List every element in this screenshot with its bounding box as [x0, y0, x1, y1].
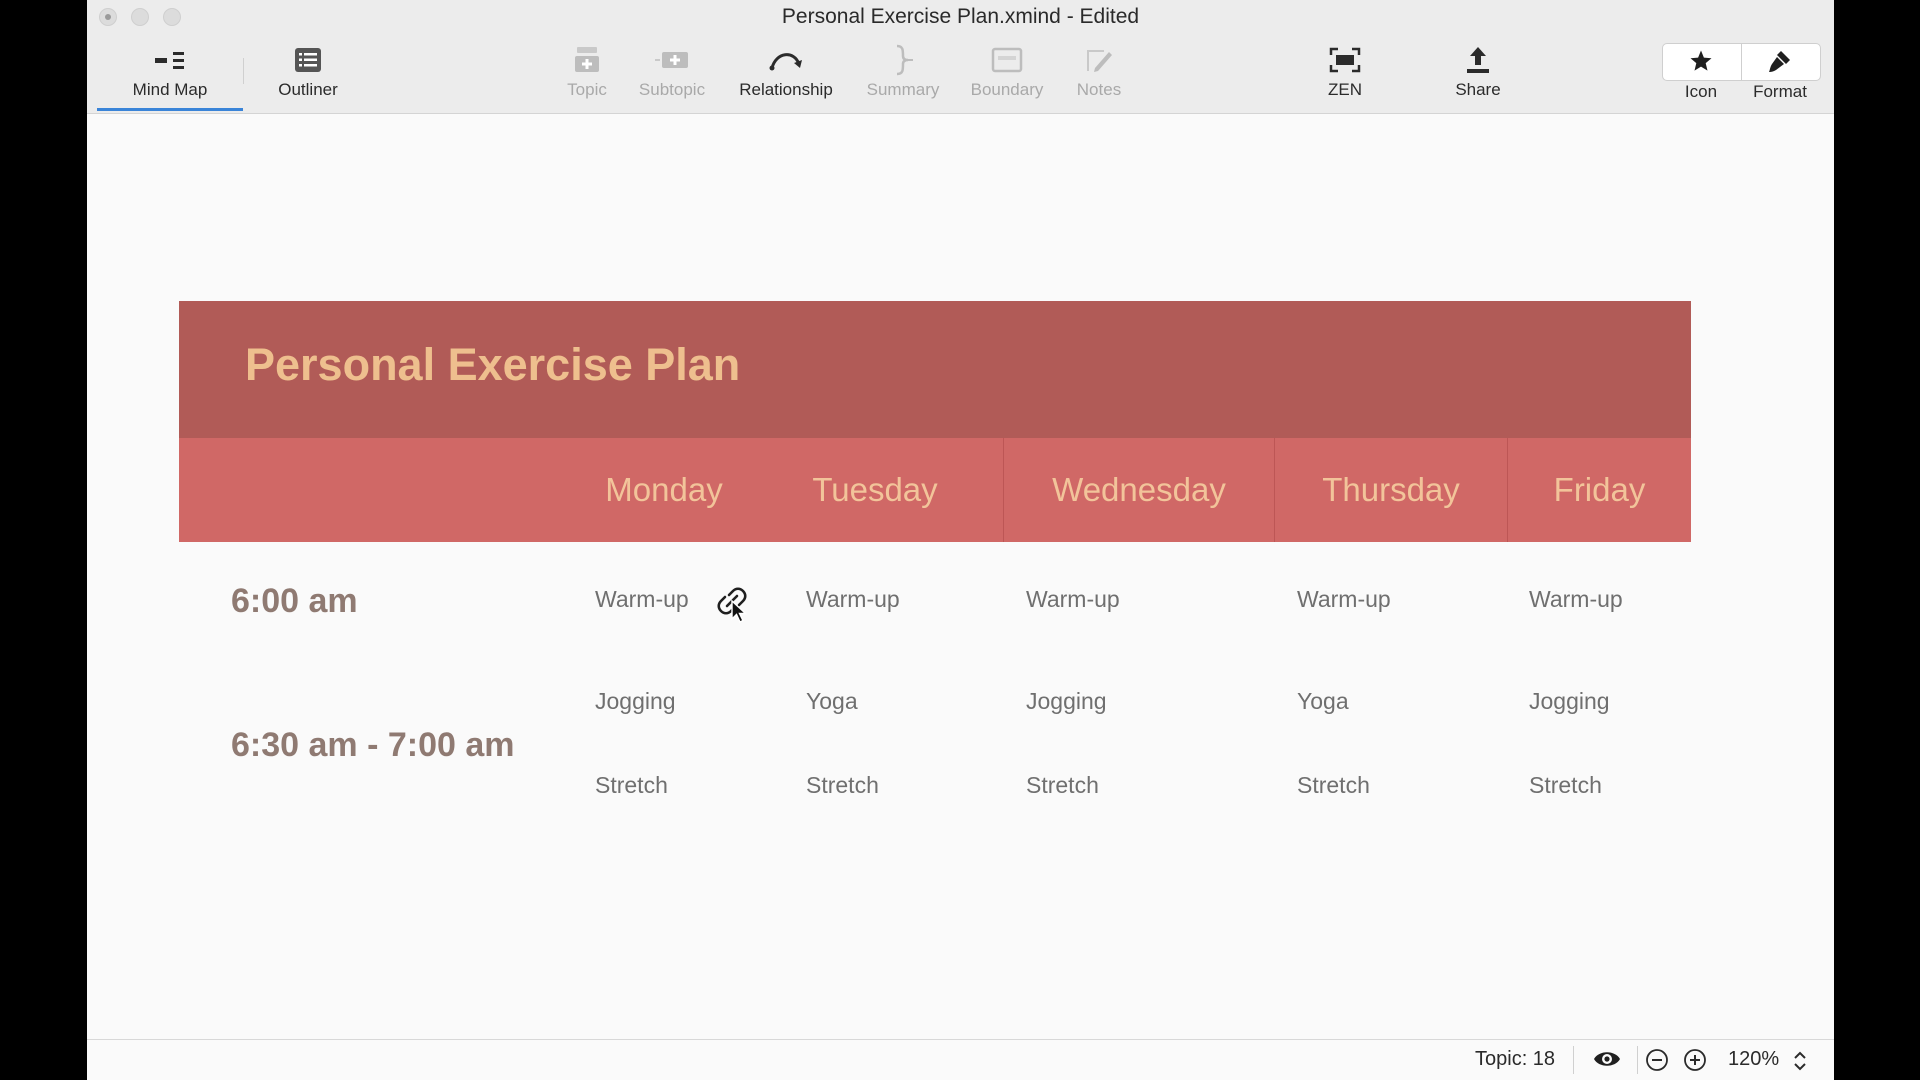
activity-topic-warmup-friday[interactable]: Warm-up [1529, 586, 1623, 613]
activity-topic-warmup-thursday[interactable]: Warm-up [1297, 586, 1391, 613]
relationship-icon [768, 42, 804, 78]
share-button-label: Share [1455, 80, 1501, 99]
link-cursor-icon [717, 584, 751, 629]
zoom-stepper-icon[interactable] [1793, 1050, 1807, 1077]
summary-button[interactable]: Summary [843, 42, 963, 100]
status-bar: Topic: 18 120% [87, 1039, 1834, 1080]
format-panel-label: Format [1753, 82, 1807, 101]
summary-icon [892, 42, 914, 78]
relationship-button[interactable]: Relationship [726, 42, 846, 100]
status-divider [1637, 1046, 1638, 1074]
zen-icon [1329, 42, 1361, 78]
day-topic-wednesday[interactable]: Wednesday [1004, 438, 1274, 542]
activity-topic-stretch-friday[interactable]: Stretch [1529, 772, 1602, 799]
activity-topic-exercise-friday[interactable]: Jogging [1529, 688, 1610, 715]
zoom-in-icon[interactable] [1683, 1048, 1707, 1077]
zoom-level[interactable]: 120% [1728, 1048, 1779, 1071]
window-title: Personal Exercise Plan.xmind - Edited [781, 5, 1140, 28]
subtopic-button[interactable]: Subtopic [612, 42, 732, 100]
relationship-button-label: Relationship [739, 80, 833, 99]
activity-topic-exercise-wednesday[interactable]: Jogging [1026, 688, 1107, 715]
toolbar: Personal Exercise Plan.xmind - Edited Mi… [87, 0, 1834, 114]
activity-topic-exercise-tuesday[interactable]: Yoga [806, 688, 858, 715]
notes-button[interactable]: Notes [1039, 42, 1159, 100]
status-divider [1573, 1046, 1574, 1074]
topic-count: Topic: 18 [1475, 1048, 1556, 1070]
activity-topic-stretch-wednesday[interactable]: Stretch [1026, 772, 1099, 799]
time-topic-630am[interactable]: 6:30 am - 7:00 am [231, 726, 515, 765]
day-topic-friday[interactable]: Friday [1508, 438, 1691, 542]
share-icon [1465, 42, 1491, 78]
star-icon [1689, 44, 1713, 78]
notes-icon [1085, 42, 1113, 78]
subtopic-icon [655, 42, 689, 78]
eye-icon[interactable] [1593, 1048, 1621, 1075]
zoom-out-icon[interactable] [1645, 1048, 1669, 1077]
format-panel-button[interactable]: Format [1741, 44, 1819, 102]
time-topic-6am[interactable]: 6:00 am [231, 582, 358, 621]
sheet-title-topic[interactable]: Personal Exercise Plan [179, 301, 1691, 438]
icon-panel-button[interactable]: Icon [1662, 44, 1740, 102]
days-header-row: Monday Tuesday Wednesday Thursday Friday [179, 438, 1691, 542]
activity-topic-warmup-tuesday[interactable]: Warm-up [806, 586, 900, 613]
sheet-title: Personal Exercise Plan [245, 339, 741, 390]
brush-icon [1767, 44, 1793, 78]
icon-panel-label: Icon [1684, 82, 1718, 101]
tab-mind-map-label: Mind Map [132, 80, 208, 99]
mindmap-icon [153, 42, 187, 78]
zen-button[interactable]: ZEN [1285, 42, 1405, 100]
boundary-icon [991, 42, 1023, 78]
activity-topic-stretch-monday[interactable]: Stretch [595, 772, 668, 799]
topic-button-label: Topic [567, 80, 607, 99]
notes-button-label: Notes [1076, 80, 1122, 99]
boundary-button-label: Boundary [970, 80, 1044, 99]
activity-topic-warmup-wednesday[interactable]: Warm-up [1026, 586, 1120, 613]
tab-outliner-label: Outliner [278, 80, 338, 99]
activity-topic-exercise-thursday[interactable]: Yoga [1297, 688, 1349, 715]
activity-topic-stretch-thursday[interactable]: Stretch [1297, 772, 1370, 799]
tab-mind-map[interactable]: Mind Map [110, 42, 230, 100]
day-topic-thursday[interactable]: Thursday [1275, 438, 1507, 542]
activity-topic-stretch-tuesday[interactable]: Stretch [806, 772, 879, 799]
outliner-icon [294, 42, 322, 78]
share-button[interactable]: Share [1418, 42, 1538, 100]
activity-topic-exercise-monday[interactable]: Jogging [595, 688, 676, 715]
subtopic-button-label: Subtopic [638, 80, 706, 99]
zen-button-label: ZEN [1328, 80, 1362, 99]
topic-icon [574, 42, 600, 78]
activity-topic-warmup-monday[interactable]: Warm-up [595, 586, 689, 613]
tab-divider [243, 58, 244, 84]
day-topic-monday[interactable]: Monday [559, 438, 769, 542]
tab-outliner[interactable]: Outliner [248, 42, 368, 100]
app-window: Personal Exercise Plan.xmind - Edited Mi… [87, 0, 1834, 1080]
summary-button-label: Summary [866, 80, 940, 99]
active-tab-indicator [97, 108, 243, 111]
day-topic-tuesday[interactable]: Tuesday [769, 438, 981, 542]
